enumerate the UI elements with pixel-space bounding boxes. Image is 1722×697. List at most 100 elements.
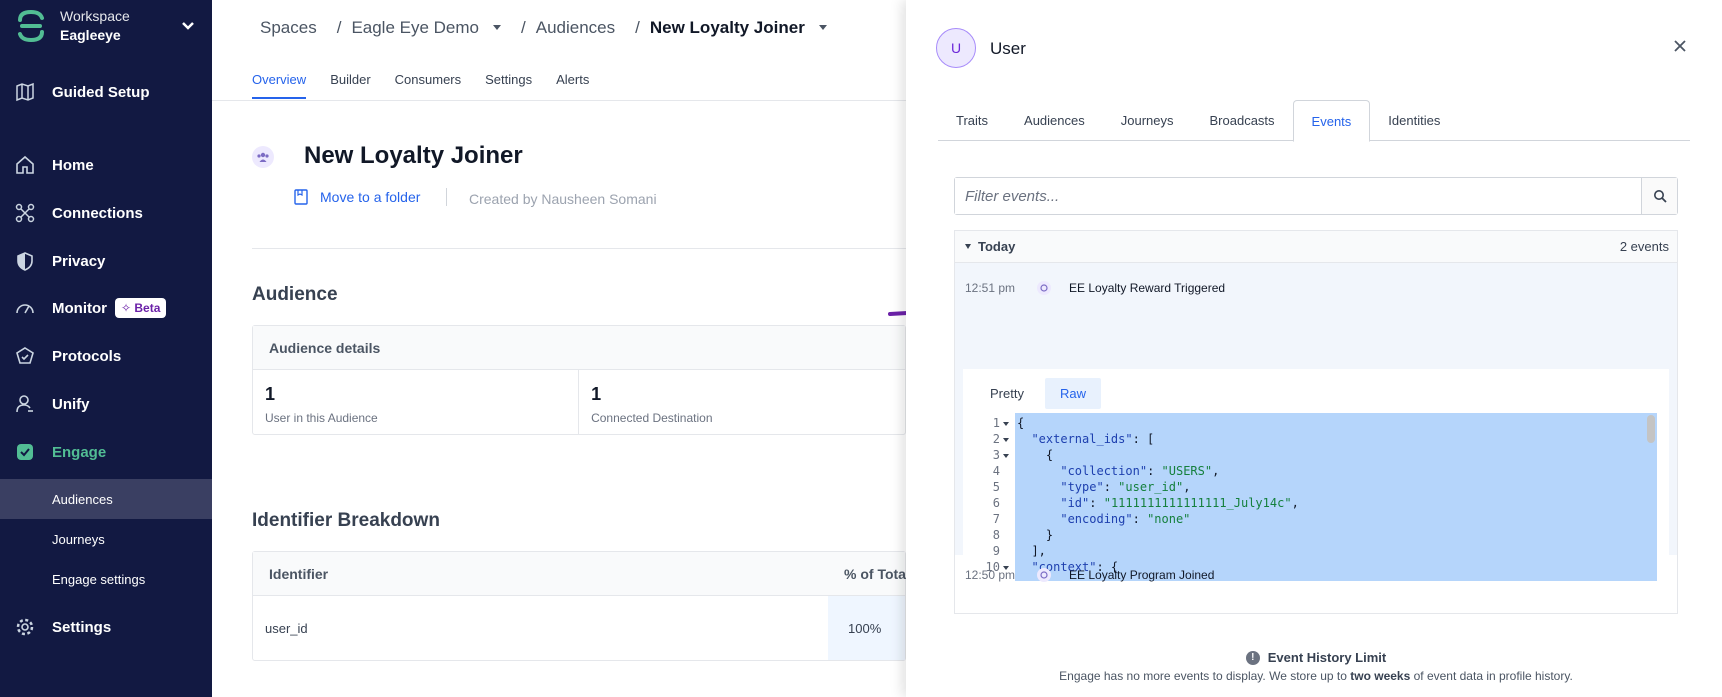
caret-down-icon[interactable]: [818, 24, 827, 30]
json-key: "encoding": [1060, 512, 1133, 526]
list-item[interactable]: 12:50 pm EE Loyalty Program Joined: [965, 568, 1214, 582]
raw-json-editor[interactable]: 1 2 3 4 5 6 7 8 9 10 { "external_ids": […: [963, 413, 1669, 581]
tab-consumers[interactable]: Consumers: [395, 72, 461, 99]
sidebar-item-home[interactable]: Home: [0, 145, 212, 185]
caret-down-icon[interactable]: [493, 24, 502, 30]
search-button[interactable]: [1641, 178, 1677, 214]
shield-icon: [14, 250, 36, 272]
table-header: Identifier % of Total: [253, 552, 910, 596]
workspace-label: Workspace: [60, 8, 130, 24]
sidebar-subitem-journeys[interactable]: Journeys: [0, 519, 212, 559]
sidebar-item-guided-setup[interactable]: Guided Setup: [0, 72, 212, 112]
breadcrumb-separator: /: [635, 18, 640, 37]
event-group-header[interactable]: Today 2 events: [955, 231, 1677, 263]
main-content: Spaces / Eagle Eye Demo / Audiences / Ne…: [212, 0, 910, 697]
filter-events-input[interactable]: [955, 178, 1641, 214]
sidebar-item-label: Monitor: [52, 299, 107, 317]
breadcrumb: Spaces / Eagle Eye Demo / Audiences / Ne…: [260, 18, 837, 38]
stat-label: Connected Destination: [591, 411, 713, 425]
line-number: 4: [992, 464, 1000, 478]
sidebar-item-privacy[interactable]: Privacy: [0, 241, 212, 281]
sidebar-item-settings[interactable]: Settings: [0, 607, 212, 647]
line-number: 6: [992, 496, 1000, 510]
breadcrumb-audiences[interactable]: Audiences: [536, 18, 615, 38]
gear-icon: [14, 616, 36, 638]
beta-badge: ✧ Beta: [114, 298, 167, 318]
history-desc-text: Engage has no more events to display. We…: [1059, 669, 1351, 683]
event-icon: [1037, 568, 1051, 582]
move-to-folder-label: Move to a folder: [320, 189, 421, 205]
sidebar-item-unify[interactable]: Unify: [0, 384, 212, 424]
json-value: "none": [1147, 512, 1191, 526]
tab-overview[interactable]: Overview: [252, 72, 307, 99]
sidebar-item-protocols[interactable]: Protocols: [0, 336, 212, 376]
pretty-button[interactable]: Pretty: [975, 378, 1039, 409]
json-key: "external_ids": [1031, 432, 1133, 446]
history-limit-title: ! Event History Limit: [906, 650, 1722, 665]
close-icon[interactable]: [1672, 38, 1688, 54]
sidebar-item-connections[interactable]: Connections: [0, 193, 212, 233]
segment-logo-icon: [18, 9, 44, 43]
identifier-cell: user_id: [265, 620, 308, 636]
fold-icon[interactable]: [1003, 421, 1009, 426]
workspace-switcher[interactable]: Workspace Eagleeye: [16, 6, 196, 46]
fold-icon[interactable]: [1003, 453, 1009, 458]
chevron-down-icon[interactable]: [180, 18, 196, 34]
sidebar-item-label: Guided Setup: [52, 83, 150, 101]
page-title: New Loyalty Joiner: [304, 142, 523, 169]
column-identifier: Identifier: [269, 565, 329, 582]
line-number: 3: [992, 448, 1000, 462]
sidebar-item-label: Engage: [52, 443, 107, 461]
history-desc-text: of event data in profile history.: [1410, 669, 1573, 683]
list-item[interactable]: 12:51 pm EE Loyalty Reward Triggered: [965, 281, 1225, 295]
stat-value: 1: [265, 384, 276, 404]
audience-heading: Audience: [252, 284, 338, 305]
fold-icon[interactable]: [1003, 437, 1009, 442]
line-number: 9: [992, 544, 1000, 558]
drawer-title: User: [990, 39, 1026, 58]
sidebar-item-monitor[interactable]: Monitor ✧ Beta: [0, 288, 212, 328]
workspace-name: Eagleeye: [60, 27, 121, 43]
line-number: 1: [992, 416, 1000, 430]
tab-journeys[interactable]: Journeys: [1103, 100, 1192, 141]
history-limit-label: Event History Limit: [1267, 650, 1387, 665]
tab-events[interactable]: Events: [1292, 100, 1371, 142]
breadcrumb-current: New Loyalty Joiner: [649, 18, 805, 37]
divider: [446, 188, 447, 206]
tab-settings[interactable]: Settings: [485, 72, 532, 99]
column-pct: % of Total: [844, 565, 910, 582]
pct-cell: 100%: [828, 596, 905, 660]
event-icon: [1037, 281, 1051, 295]
line-number: 8: [992, 528, 1000, 542]
tab-alerts[interactable]: Alerts: [556, 72, 589, 99]
move-to-folder-link[interactable]: Move to a folder: [292, 188, 420, 206]
gauge-icon: [14, 297, 36, 319]
stat-destinations: 1 Connected Destination: [579, 370, 905, 434]
folder-icon: [294, 189, 308, 205]
json-key: "type": [1060, 480, 1104, 494]
json-value: "USERS": [1161, 464, 1213, 478]
event-name: EE Loyalty Reward Triggered: [1069, 281, 1226, 295]
divider: [252, 248, 906, 249]
sidebar-subitem-audiences[interactable]: Audiences: [0, 479, 212, 519]
tab-audiences[interactable]: Audiences: [1006, 100, 1103, 141]
line-numbers: 1 2 3 4 5 6 7 8 9 10: [963, 413, 1015, 581]
breadcrumb-spaces[interactable]: Spaces: [260, 18, 317, 38]
sidebar-subitem-engage-settings[interactable]: Engage settings: [0, 559, 212, 599]
view-toggle: Pretty Raw: [963, 369, 1669, 417]
event-time: 12:50 pm: [965, 568, 1016, 582]
scrollbar[interactable]: [1647, 415, 1655, 443]
raw-button[interactable]: Raw: [1044, 377, 1101, 409]
tab-builder[interactable]: Builder: [330, 72, 370, 99]
tab-traits[interactable]: Traits: [938, 100, 1006, 141]
user-icon: [14, 393, 36, 415]
caret-down-icon: [965, 244, 971, 249]
sidebar-item-label: Settings: [52, 618, 112, 636]
tab-identities[interactable]: Identities: [1370, 100, 1458, 141]
breadcrumb-space[interactable]: Eagle Eye Demo: [351, 18, 479, 38]
sidebar-item-engage[interactable]: Engage: [0, 432, 212, 472]
json-key: "collection": [1060, 464, 1148, 478]
stat-label: User in this Audience: [265, 411, 378, 425]
home-icon: [14, 154, 36, 176]
tab-broadcasts[interactable]: Broadcasts: [1192, 100, 1293, 141]
